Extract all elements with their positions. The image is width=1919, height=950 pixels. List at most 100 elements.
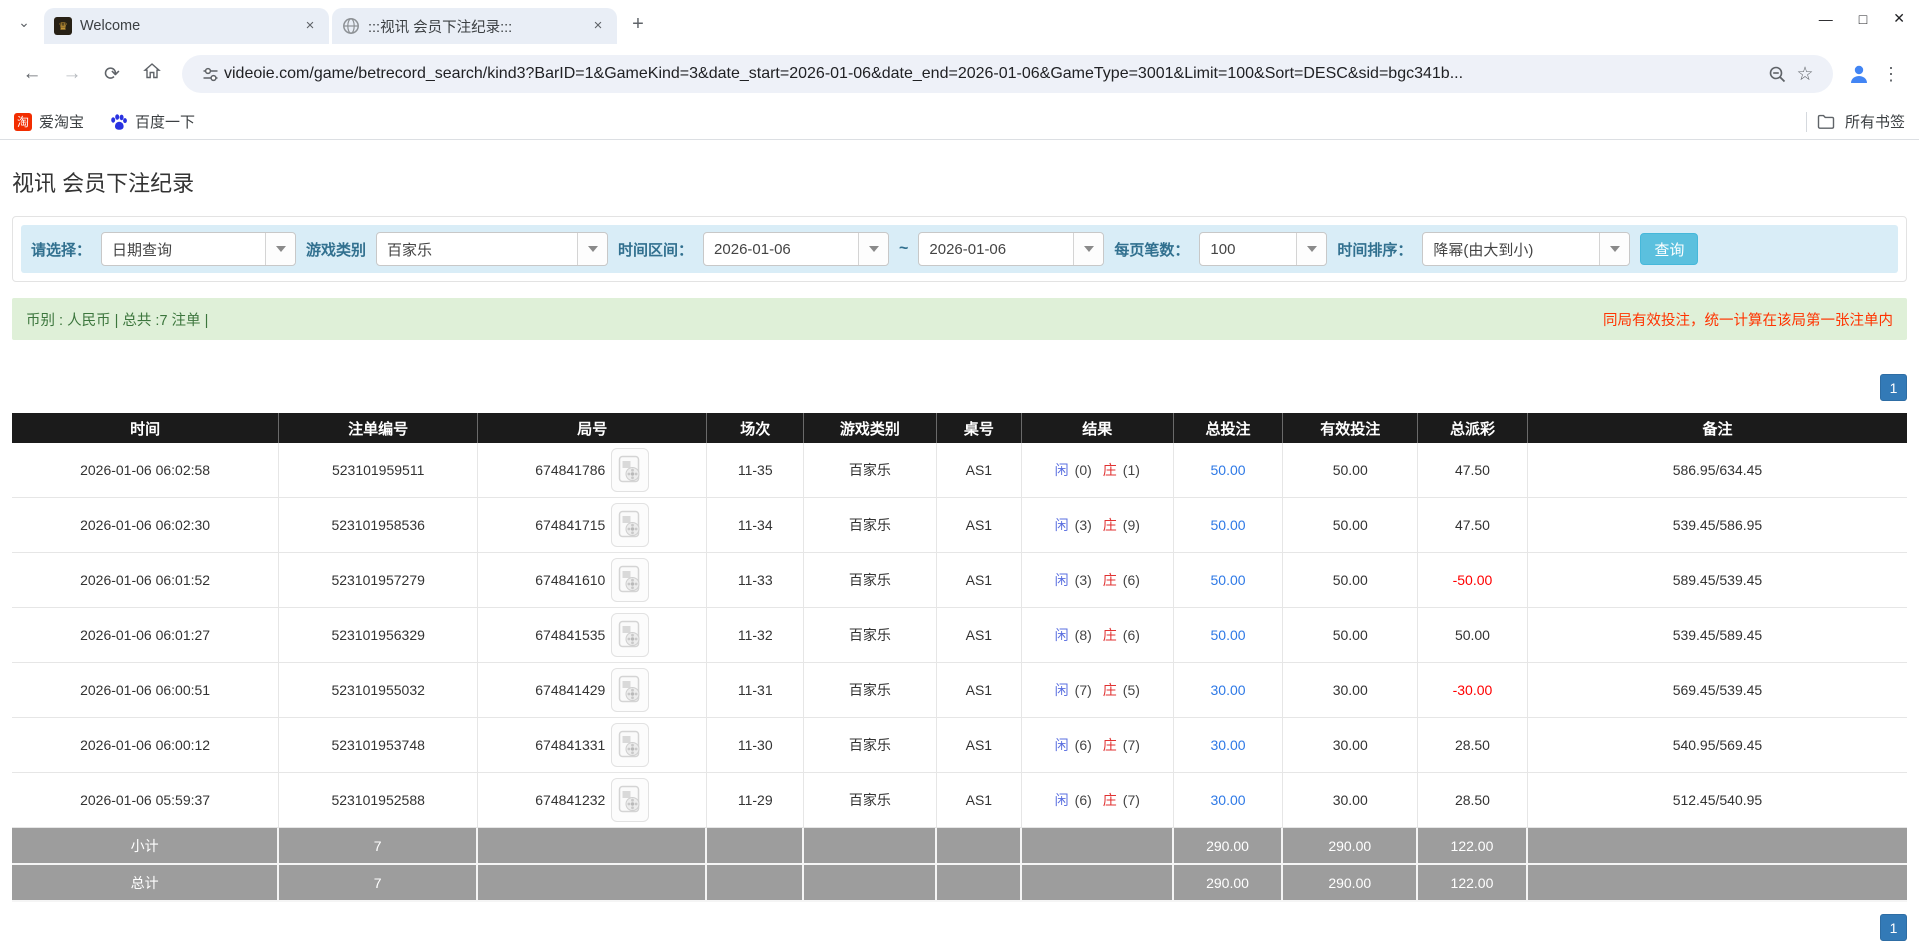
cell-result: 闲(3)庄(9) bbox=[1022, 498, 1174, 553]
tab-bet-record[interactable]: :::视讯 会员下注纪录::: × bbox=[332, 8, 617, 44]
url-text[interactable]: videoie.com/game/betrecord_search/kind3?… bbox=[224, 65, 1763, 83]
cell-total-bet[interactable]: 50.00 bbox=[1174, 608, 1284, 663]
table-row: 2026-01-06 06:00:51523101955032674841429… bbox=[12, 663, 1907, 718]
cell-game-kind: 百家乐 bbox=[804, 443, 937, 498]
cell-payout: 50.00 bbox=[1418, 608, 1528, 663]
profile-avatar[interactable] bbox=[1843, 58, 1875, 90]
per-page-select[interactable]: 100 bbox=[1199, 232, 1327, 266]
video-replay-button[interactable] bbox=[611, 558, 649, 602]
reload-icon[interactable]: ⟳ bbox=[95, 57, 129, 91]
site-settings-icon[interactable] bbox=[196, 60, 224, 88]
result-banker-score: (6) bbox=[1123, 627, 1140, 643]
chevron-down-icon[interactable] bbox=[265, 233, 295, 265]
result-banker: 庄 bbox=[1103, 460, 1117, 480]
maximize-button[interactable]: □ bbox=[1859, 10, 1867, 27]
video-replay-button[interactable] bbox=[611, 668, 649, 712]
footer-empty-cell bbox=[937, 865, 1022, 902]
cell-session: 11-30 bbox=[707, 718, 804, 773]
cell-total-bet[interactable]: 30.00 bbox=[1174, 663, 1284, 718]
address-bar[interactable]: videoie.com/game/betrecord_search/kind3?… bbox=[182, 55, 1833, 93]
cell-note: 589.45/539.45 bbox=[1528, 553, 1907, 608]
footer-total-bet: 290.00 bbox=[1174, 865, 1284, 902]
film-icon bbox=[618, 455, 642, 485]
cell-total-bet[interactable]: 50.00 bbox=[1174, 498, 1284, 553]
cell-bet-id: 523101959511 bbox=[279, 443, 478, 498]
date-end-select[interactable]: 2026-01-06 bbox=[918, 232, 1104, 266]
minimize-button[interactable]: — bbox=[1819, 10, 1833, 27]
query-button[interactable]: 查询 bbox=[1640, 233, 1698, 265]
table-footer-row: 小计7290.00290.00122.00 bbox=[12, 828, 1907, 865]
cell-session: 11-35 bbox=[707, 443, 804, 498]
table-row: 2026-01-06 06:02:58523101959511674841786… bbox=[12, 443, 1907, 498]
close-window-button[interactable]: ✕ bbox=[1893, 10, 1905, 27]
result-player-score: (3) bbox=[1075, 517, 1092, 533]
result-player-score: (6) bbox=[1075, 737, 1092, 753]
tab-close-icon[interactable]: × bbox=[589, 17, 607, 35]
chevron-down-icon[interactable] bbox=[1073, 233, 1103, 265]
sort-select[interactable]: 降幂(由大到小) bbox=[1422, 232, 1630, 266]
cell-total-bet[interactable]: 50.00 bbox=[1174, 443, 1284, 498]
taobao-favicon-icon: 淘 bbox=[14, 113, 32, 131]
page-number-button[interactable]: 1 bbox=[1880, 914, 1907, 941]
result-player: 闲 bbox=[1055, 735, 1069, 755]
cell-result: 闲(8)庄(6) bbox=[1022, 608, 1174, 663]
cell-note: 586.95/634.45 bbox=[1528, 443, 1907, 498]
cell-payout: 47.50 bbox=[1418, 498, 1528, 553]
footer-empty-cell bbox=[1022, 828, 1174, 865]
result-player: 闲 bbox=[1055, 515, 1069, 535]
footer-empty-cell bbox=[804, 828, 937, 865]
date-range-label: 时间区间： bbox=[618, 239, 693, 260]
footer-valid-bet: 290.00 bbox=[1283, 828, 1418, 865]
cell-round-id: 674841535 bbox=[478, 608, 707, 663]
cell-game-kind: 百家乐 bbox=[804, 553, 937, 608]
tab-welcome[interactable]: ♛ Welcome × bbox=[44, 8, 329, 44]
cell-round-id: 674841331 bbox=[478, 718, 707, 773]
home-icon[interactable] bbox=[135, 57, 169, 91]
video-replay-button[interactable] bbox=[611, 778, 649, 822]
cell-time: 2026-01-06 06:00:12 bbox=[12, 718, 279, 773]
footer-valid-bet: 290.00 bbox=[1283, 865, 1418, 902]
forward-icon[interactable]: → bbox=[55, 57, 89, 91]
cell-total-bet[interactable]: 50.00 bbox=[1174, 553, 1284, 608]
cell-payout: 28.50 bbox=[1418, 718, 1528, 773]
result-banker: 庄 bbox=[1103, 570, 1117, 590]
tab-list-chevron-icon[interactable]: ⌄ bbox=[10, 8, 38, 36]
cell-note: 539.45/589.45 bbox=[1528, 608, 1907, 663]
per-page-value: 100 bbox=[1200, 233, 1296, 265]
cell-total-bet[interactable]: 30.00 bbox=[1174, 718, 1284, 773]
game-kind-select[interactable]: 百家乐 bbox=[376, 232, 608, 266]
cell-table-no: AS1 bbox=[937, 773, 1022, 828]
new-tab-button[interactable]: + bbox=[624, 10, 652, 38]
browser-menu-kebab-icon[interactable]: ⋮ bbox=[1875, 58, 1907, 90]
cell-note: 539.45/586.95 bbox=[1528, 498, 1907, 553]
video-replay-button[interactable] bbox=[611, 503, 649, 547]
page-number-button[interactable]: 1 bbox=[1880, 374, 1907, 401]
cell-total-bet[interactable]: 30.00 bbox=[1174, 773, 1284, 828]
bookmark-star-icon[interactable]: ☆ bbox=[1791, 60, 1819, 88]
video-replay-button[interactable] bbox=[611, 448, 649, 492]
chevron-down-icon[interactable] bbox=[1599, 233, 1629, 265]
chevron-down-icon[interactable] bbox=[858, 233, 888, 265]
zoom-out-icon[interactable] bbox=[1763, 60, 1791, 88]
back-icon[interactable]: ← bbox=[15, 57, 49, 91]
cell-result: 闲(7)庄(5) bbox=[1022, 663, 1174, 718]
bookmark-baidu[interactable]: 百度一下 bbox=[110, 111, 195, 132]
all-bookmarks[interactable]: 所有书签 bbox=[1806, 111, 1905, 132]
chevron-down-icon[interactable] bbox=[577, 233, 607, 265]
cell-bet-id: 523101955032 bbox=[279, 663, 478, 718]
column-header: 总派彩 bbox=[1418, 413, 1528, 443]
table-row: 2026-01-06 06:01:52523101957279674841610… bbox=[12, 553, 1907, 608]
game-kind-value: 百家乐 bbox=[377, 233, 577, 265]
cell-game-kind: 百家乐 bbox=[804, 773, 937, 828]
chevron-down-icon[interactable] bbox=[1296, 233, 1326, 265]
date-start-select[interactable]: 2026-01-06 bbox=[703, 232, 889, 266]
cell-table-no: AS1 bbox=[937, 608, 1022, 663]
query-type-select[interactable]: 日期查询 bbox=[101, 232, 296, 266]
video-replay-button[interactable] bbox=[611, 723, 649, 767]
date-start-value: 2026-01-06 bbox=[704, 233, 858, 265]
cell-time: 2026-01-06 06:01:52 bbox=[12, 553, 279, 608]
tab-close-icon[interactable]: × bbox=[301, 17, 319, 35]
bookmark-aitaobao[interactable]: 淘 爱淘宝 bbox=[14, 111, 84, 132]
result-player-score: (3) bbox=[1075, 572, 1092, 588]
video-replay-button[interactable] bbox=[611, 613, 649, 657]
